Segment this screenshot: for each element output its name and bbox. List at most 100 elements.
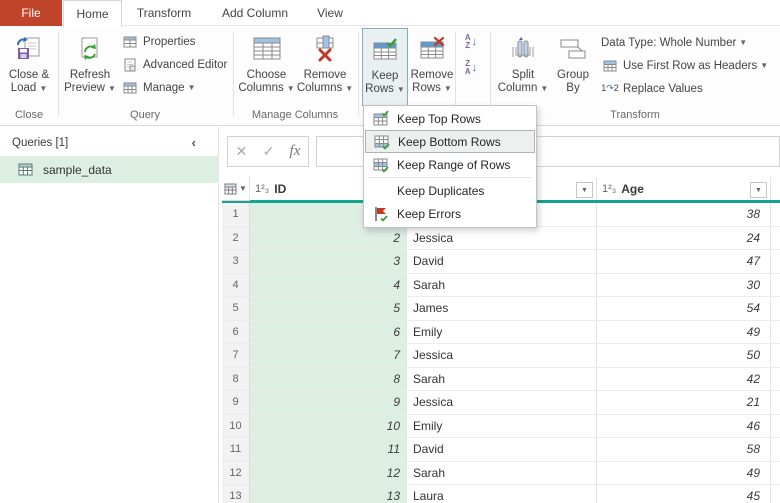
cell-id[interactable]: 5: [250, 297, 407, 320]
cell-age[interactable]: 58: [597, 438, 771, 461]
refresh-preview-button[interactable]: Refresh Preview▼: [62, 28, 118, 106]
keep-errors-icon: [365, 206, 397, 222]
cell-age[interactable]: 46: [597, 415, 771, 438]
properties-button[interactable]: Properties: [121, 31, 195, 52]
cell-age[interactable]: 24: [597, 227, 771, 250]
cell-id[interactable]: 13: [250, 485, 407, 503]
table-row: 11 11 David 58: [222, 438, 780, 462]
row-number[interactable]: 10: [222, 415, 250, 438]
menu-item-keep-top-rows[interactable]: Keep Top Rows: [365, 107, 535, 130]
cell-id[interactable]: 7: [250, 344, 407, 367]
advanced-editor-button[interactable]: Advanced Editor: [121, 54, 227, 75]
dropdown-caret-icon: ▼: [540, 84, 548, 93]
row-number[interactable]: 6: [222, 321, 250, 344]
tab-file[interactable]: File: [0, 0, 62, 26]
cell-name[interactable]: Sarah: [407, 462, 597, 485]
close-and-load-button[interactable]: Close & Load▼: [3, 28, 55, 106]
select-all-corner[interactable]: ▼: [222, 177, 250, 201]
cell-name[interactable]: Emily: [407, 415, 597, 438]
row-number[interactable]: 2: [222, 227, 250, 250]
cell-age[interactable]: 42: [597, 368, 771, 391]
row-number[interactable]: 9: [222, 391, 250, 414]
row-number[interactable]: 13: [222, 485, 250, 503]
data-type-button[interactable]: Data Type: Whole Number ▼: [601, 32, 747, 53]
cell-partial: [771, 438, 780, 461]
table-icon: [18, 163, 33, 176]
cell-age[interactable]: 49: [597, 462, 771, 485]
refresh-preview-label-1: Refresh: [70, 69, 110, 82]
tab-view[interactable]: View: [306, 0, 354, 26]
manage-button[interactable]: Manage ▼: [121, 77, 195, 98]
cell-name[interactable]: James: [407, 297, 597, 320]
fx-icon[interactable]: fx: [290, 143, 301, 160]
tab-transform-label: Transform: [137, 6, 191, 20]
cell-name[interactable]: Sarah: [407, 368, 597, 391]
use-first-row-button[interactable]: Use First Row as Headers ▼: [601, 55, 768, 76]
table-row: 4 4 Sarah 30: [222, 274, 780, 298]
cell-name[interactable]: Emily: [407, 321, 597, 344]
cell-age[interactable]: 49: [597, 321, 771, 344]
row-number[interactable]: 4: [222, 274, 250, 297]
keep-rows-button[interactable]: Keep Rows▼: [362, 28, 408, 106]
cell-age[interactable]: 30: [597, 274, 771, 297]
tab-add-column[interactable]: Add Column: [210, 0, 300, 26]
cell-age[interactable]: 54: [597, 297, 771, 320]
cell-name[interactable]: Jessica: [407, 391, 597, 414]
row-number[interactable]: 3: [222, 250, 250, 273]
cell-name[interactable]: Jessica: [407, 344, 597, 367]
close-and-load-label-1: Close &: [9, 69, 49, 82]
filter-button[interactable]: ▼: [750, 182, 767, 198]
menu-item-keep-bottom-rows[interactable]: Keep Bottom Rows: [365, 130, 535, 153]
row-number[interactable]: 8: [222, 368, 250, 391]
row-number[interactable]: 12: [222, 462, 250, 485]
cell-id[interactable]: 11: [250, 438, 407, 461]
cell-name[interactable]: Sarah: [407, 274, 597, 297]
cell-id[interactable]: 2: [250, 227, 407, 250]
cell-age[interactable]: 50: [597, 344, 771, 367]
menu-item-keep-range-of-rows[interactable]: Keep Range of Rows: [365, 153, 535, 176]
cell-id[interactable]: 12: [250, 462, 407, 485]
choose-columns-button[interactable]: Choose Columns▼: [238, 28, 295, 106]
cell-name[interactable]: David: [407, 438, 597, 461]
collapse-pane-icon[interactable]: ‹: [192, 135, 196, 150]
cell-name[interactable]: Laura: [407, 485, 597, 503]
properties-label: Properties: [143, 36, 195, 48]
cell-age[interactable]: 21: [597, 391, 771, 414]
cell-partial: [771, 485, 780, 503]
cell-id[interactable]: 4: [250, 274, 407, 297]
cell-partial: [771, 250, 780, 273]
filter-button[interactable]: ▼: [576, 182, 593, 198]
commit-formula-icon[interactable]: ✓: [263, 143, 275, 160]
cell-age[interactable]: 45: [597, 485, 771, 503]
data-type-label: Data Type: Whole Number: [601, 37, 736, 49]
cell-age[interactable]: 38: [597, 203, 771, 226]
group-by-button[interactable]: Group By: [551, 28, 595, 106]
cell-id[interactable]: 6: [250, 321, 407, 344]
cell-name[interactable]: Jessica: [407, 227, 597, 250]
menu-item-keep-duplicates[interactable]: Keep Duplicates: [365, 179, 535, 202]
sort-descending-button[interactable]: ZA↓: [458, 56, 484, 80]
tab-home[interactable]: Home: [63, 0, 122, 27]
column-header-age[interactable]: 1²₃ Age ▼: [597, 177, 771, 200]
cancel-formula-icon[interactable]: ✕: [236, 143, 248, 160]
tab-transform[interactable]: Transform: [126, 0, 202, 26]
keep-range-of-rows-icon: [365, 157, 397, 173]
remove-rows-button[interactable]: Remove Rows▼: [409, 28, 455, 106]
replace-values-icon: 1↷2: [601, 83, 619, 94]
cell-name[interactable]: David: [407, 250, 597, 273]
cell-id[interactable]: 10: [250, 415, 407, 438]
cell-id[interactable]: 8: [250, 368, 407, 391]
cell-id[interactable]: 3: [250, 250, 407, 273]
remove-columns-button[interactable]: Remove Columns▼: [296, 28, 354, 106]
menu-item-keep-errors[interactable]: Keep Errors: [365, 202, 535, 225]
row-number[interactable]: 5: [222, 297, 250, 320]
replace-values-button[interactable]: 1↷2 Replace Values: [601, 78, 703, 99]
query-item-sample-data[interactable]: sample_data: [0, 156, 219, 183]
row-number[interactable]: 7: [222, 344, 250, 367]
split-column-button[interactable]: Split Column▼: [496, 28, 550, 106]
row-number[interactable]: 11: [222, 438, 250, 461]
cell-age[interactable]: 47: [597, 250, 771, 273]
row-number[interactable]: 1: [222, 203, 250, 226]
cell-id[interactable]: 9: [250, 391, 407, 414]
sort-ascending-button[interactable]: AZ↓: [458, 30, 484, 54]
